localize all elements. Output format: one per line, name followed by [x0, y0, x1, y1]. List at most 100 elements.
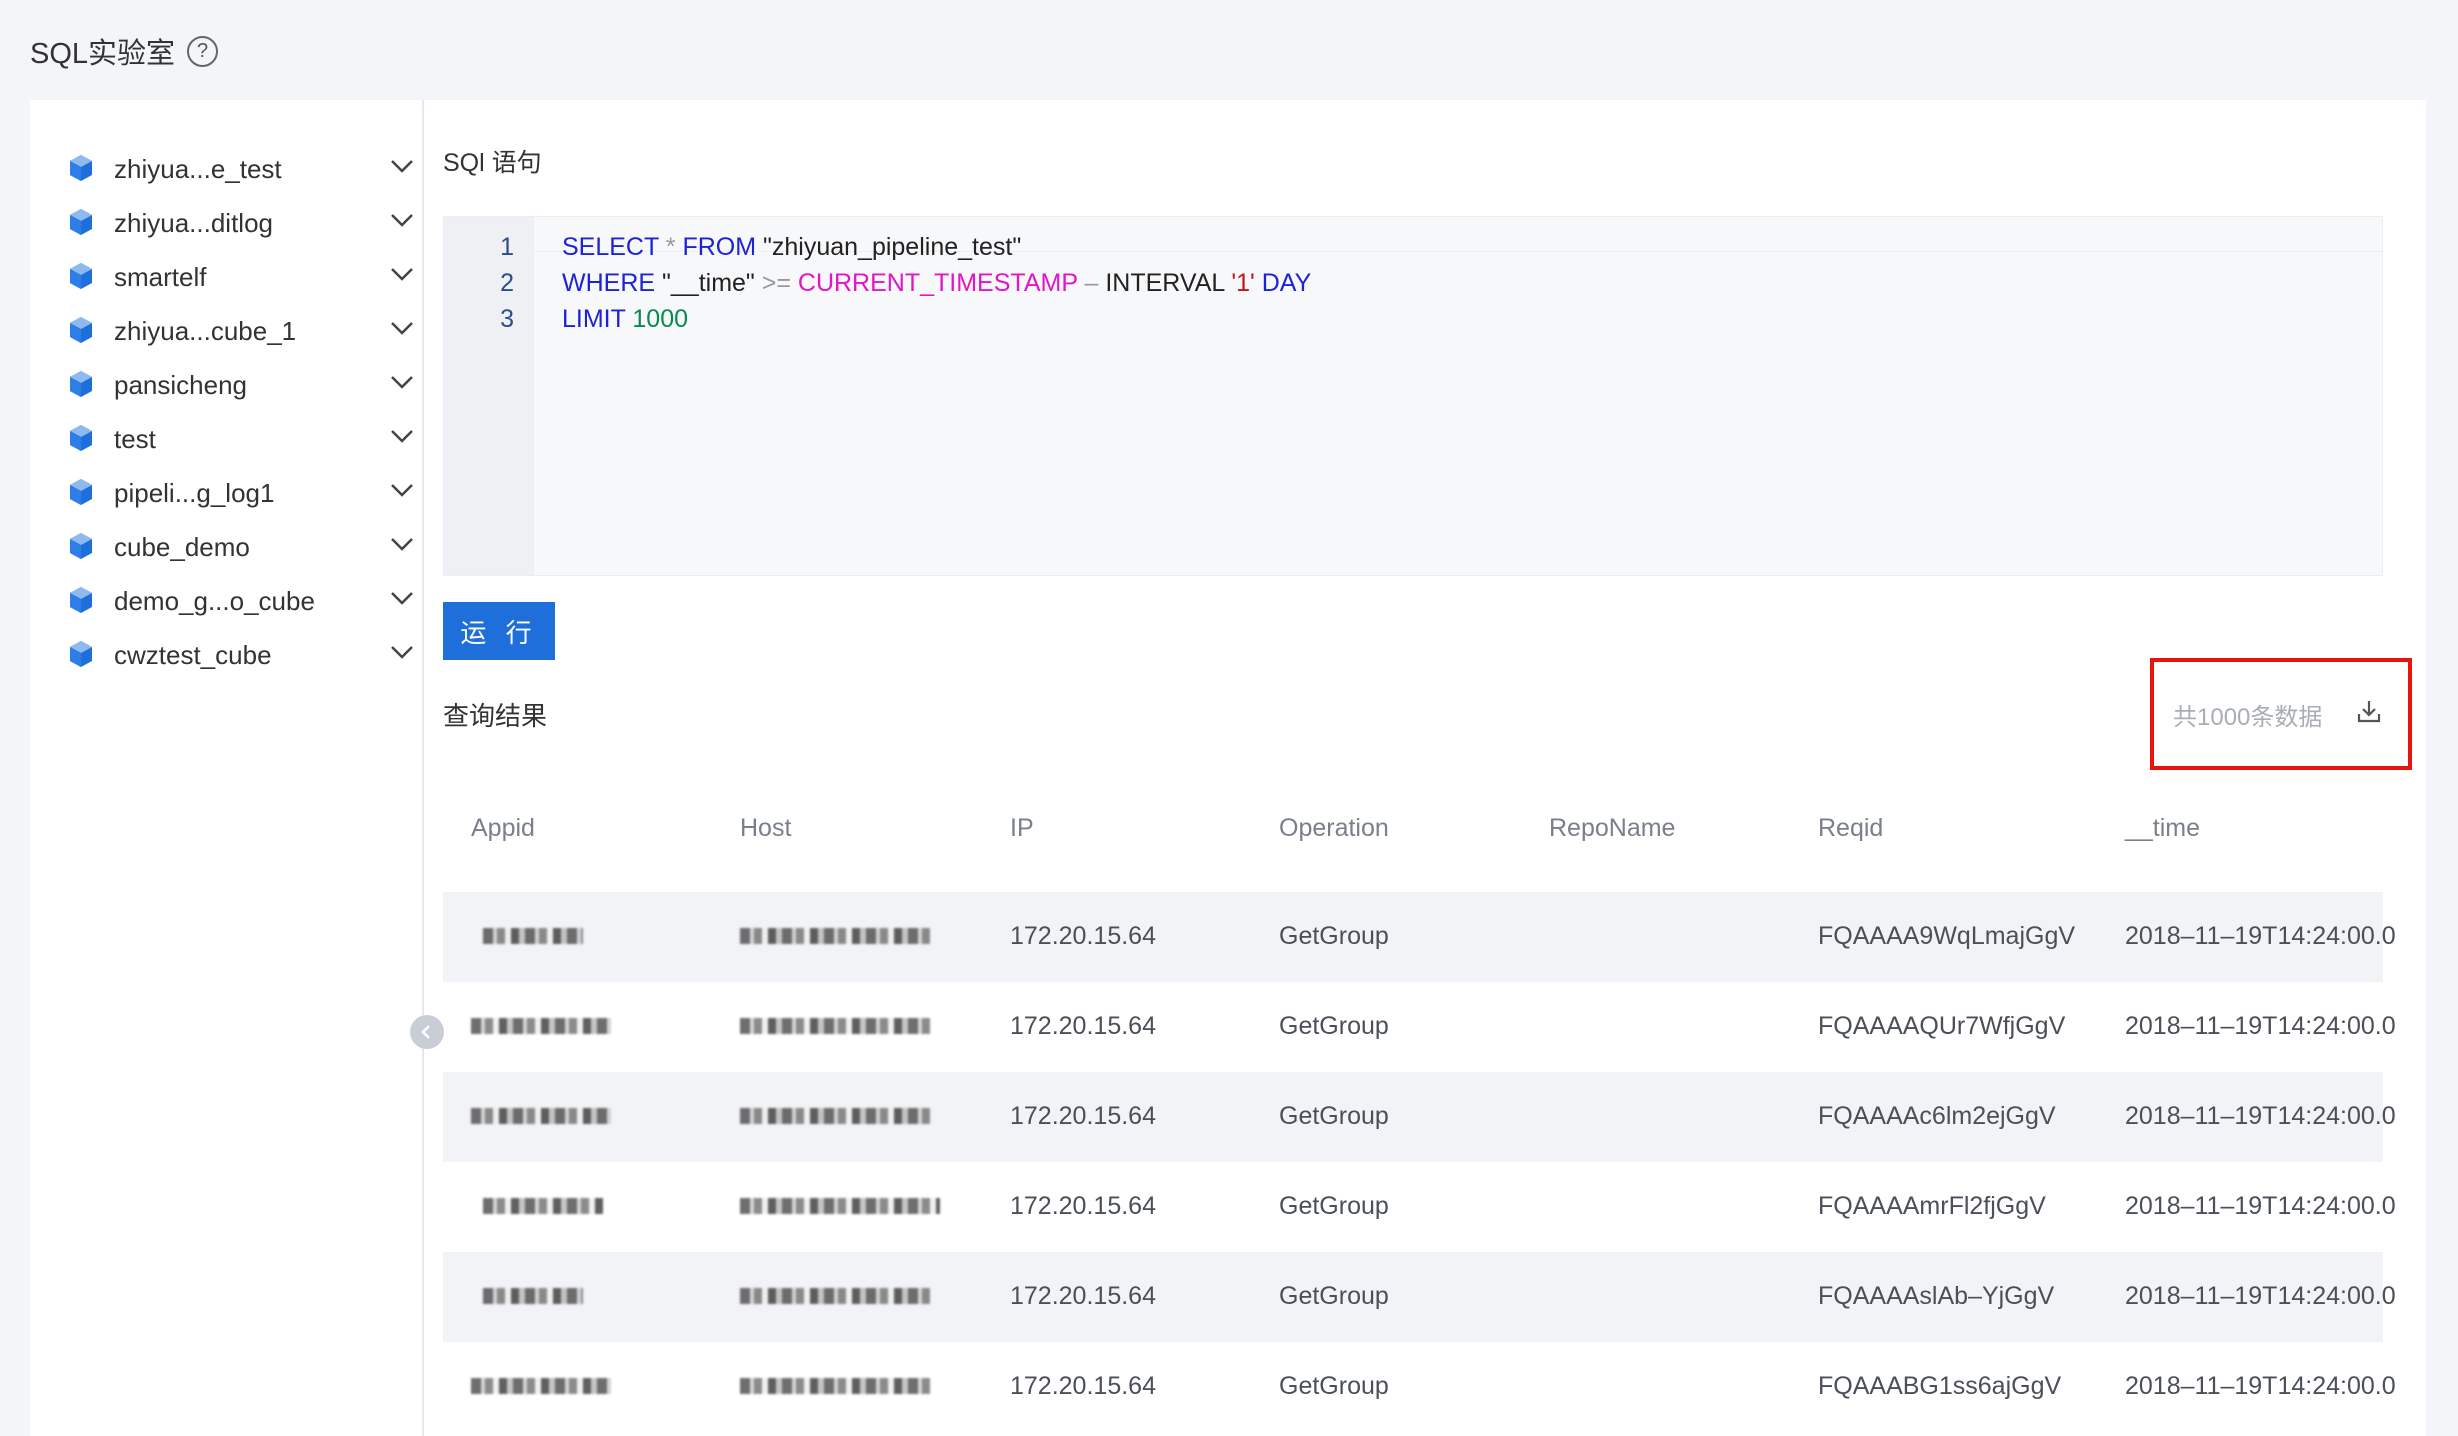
table-row[interactable]: 172.20.15.64 GetGroup FQAAAAc6lm2ejGgV 2… [443, 1072, 2396, 1162]
cell-reqid: FQAAAAQUr7WfjGgV [1818, 1012, 2066, 1040]
redacted-appid [483, 928, 583, 944]
sql-keyword: LIMIT [562, 305, 626, 333]
table-header: Appid Host IP Operation RepoName Reqid _… [443, 800, 2383, 860]
sidebar: zhiyua...e_test zhiyua...ditlog smartelf… [30, 100, 444, 1436]
run-button[interactable]: 运 行 [443, 602, 555, 660]
sql-heading: SQl 语句 [443, 149, 542, 177]
page-title: SQL实验室 ? [30, 30, 219, 72]
cube-icon [70, 641, 92, 667]
cell-ip: 172.20.15.64 [1010, 1282, 1156, 1310]
page-title-text: SQL实验室 [30, 38, 176, 70]
sidebar-item-label: cwztest_cube [114, 639, 272, 670]
code-line-1: SELECT * FROM "zhiyuan_pipeline_test" [562, 233, 1021, 262]
sidebar-item-label: demo_g...o_cube [114, 585, 315, 616]
chevron-left-icon [421, 1025, 430, 1039]
chevron-down-icon[interactable] [390, 590, 414, 606]
sql-keyword: SELECT [562, 233, 659, 261]
table-row[interactable]: 172.20.15.64 GetGroup FQAAAAslAb–YjGgV 2… [443, 1252, 2396, 1342]
redacted-host [740, 928, 930, 944]
cell-reqid: FQAAAAc6lm2ejGgV [1818, 1102, 2056, 1130]
sql-operator: >= [761, 269, 791, 297]
redacted-host [740, 1018, 930, 1034]
main-panel: zhiyua...e_test zhiyua...ditlog smartelf… [30, 100, 2426, 1436]
sidebar-item-4[interactable]: zhiyua...cube_1 [30, 304, 424, 358]
sql-keyword: WHERE [562, 269, 656, 297]
sidebar-item-label: zhiyua...ditlog [114, 207, 273, 238]
sidebar-item-2[interactable]: zhiyua...ditlog [30, 196, 424, 250]
cell-time: 2018–11–19T14:24:00.0 [2125, 922, 2396, 950]
column-header-time[interactable]: __time [2125, 814, 2200, 843]
cube-icon [70, 587, 92, 613]
cell-operation: GetGroup [1279, 1192, 1389, 1220]
line-number: 1 [500, 233, 514, 261]
sidebar-item-5[interactable]: pansicheng [30, 358, 424, 412]
cell-reqid: FQAAAA9WqLmajGgV [1818, 922, 2076, 950]
cell-reqid: FQAAAAslAb–YjGgV [1818, 1282, 2055, 1310]
column-header-ip[interactable]: IP [1010, 814, 1034, 843]
sql-keyword-plain: INTERVAL [1105, 269, 1232, 297]
redacted-appid [483, 1288, 583, 1304]
cube-icon [70, 155, 92, 181]
cell-ip: 172.20.15.64 [1010, 922, 1156, 950]
sidebar-collapse-button[interactable] [410, 1015, 444, 1049]
sidebar-item-9[interactable]: demo_g...o_cube [30, 574, 424, 628]
help-icon[interactable]: ? [187, 35, 219, 67]
redacted-appid [483, 1198, 603, 1214]
sql-identifier: "__time" [655, 269, 762, 297]
sidebar-item-8[interactable]: cube_demo [30, 520, 424, 574]
chevron-down-icon[interactable] [390, 266, 414, 282]
sql-editor[interactable]: 1 2 3 SELECT * FROM "zhiyuan_pipeline_te… [443, 216, 2383, 576]
cube-icon [70, 317, 92, 343]
cell-time: 2018–11–19T14:24:00.0 [2125, 1102, 2396, 1130]
redacted-appid [471, 1018, 611, 1034]
redacted-host [740, 1198, 940, 1214]
total-count: 共1000条数据 [2173, 704, 2323, 731]
cell-ip: 172.20.15.64 [1010, 1012, 1156, 1040]
cube-icon [70, 533, 92, 559]
cell-ip: 172.20.15.64 [1010, 1192, 1156, 1220]
table-row[interactable]: 172.20.15.64 GetGroup FQAAABG1ss6ajGgV 2… [443, 1342, 2396, 1432]
chevron-down-icon[interactable] [390, 482, 414, 498]
sql-string: '1' [1231, 269, 1255, 297]
cell-reqid: FQAAAAmrFl2fjGgV [1818, 1192, 2046, 1220]
redacted-host [740, 1288, 930, 1304]
code-line-3: LIMIT 1000 [562, 305, 688, 334]
line-number: 3 [500, 305, 514, 333]
sidebar-item-6[interactable]: test [30, 412, 424, 466]
chevron-down-icon[interactable] [390, 158, 414, 174]
sql-operator: – [1077, 269, 1106, 297]
sql-number: 1000 [625, 305, 689, 333]
cell-ip: 172.20.15.64 [1010, 1372, 1156, 1400]
sidebar-item-1[interactable]: zhiyua...e_test [30, 142, 424, 196]
cell-operation: GetGroup [1279, 1012, 1389, 1040]
redacted-host [740, 1108, 930, 1124]
column-header-reponame[interactable]: RepoName [1549, 814, 1675, 843]
column-header-appid[interactable]: Appid [471, 814, 535, 843]
table-row[interactable]: 172.20.15.64 GetGroup FQAAAAQUr7WfjGgV 2… [443, 982, 2396, 1072]
column-header-operation[interactable]: Operation [1279, 814, 1389, 843]
chevron-down-icon[interactable] [390, 644, 414, 660]
cell-ip: 172.20.15.64 [1010, 1102, 1156, 1130]
chevron-down-icon[interactable] [390, 428, 414, 444]
sidebar-item-label: cube_demo [114, 531, 250, 562]
cube-icon [70, 263, 92, 289]
cube-icon [70, 479, 92, 505]
sidebar-item-10[interactable]: cwztest_cube [30, 628, 424, 682]
column-header-host[interactable]: Host [740, 814, 791, 843]
chevron-down-icon[interactable] [390, 374, 414, 390]
sidebar-item-3[interactable]: smartelf [30, 250, 424, 304]
table-row[interactable]: 172.20.15.64 GetGroup FQAAAA9WqLmajGgV 2… [443, 892, 2396, 982]
column-header-reqid[interactable]: Reqid [1818, 814, 1883, 843]
redacted-appid [471, 1378, 611, 1394]
cell-operation: GetGroup [1279, 1282, 1389, 1310]
sidebar-item-7[interactable]: pipeli...g_log1 [30, 466, 424, 520]
cell-time: 2018–11–19T14:24:00.0 [2125, 1012, 2396, 1040]
redacted-appid [471, 1108, 611, 1124]
cube-icon [70, 209, 92, 235]
table-row[interactable]: 172.20.15.64 GetGroup FQAAAAmrFl2fjGgV 2… [443, 1162, 2396, 1252]
chevron-down-icon[interactable] [390, 536, 414, 552]
download-icon[interactable] [2356, 698, 2382, 724]
chevron-down-icon[interactable] [390, 212, 414, 228]
sidebar-item-label: pipeli...g_log1 [114, 477, 275, 508]
chevron-down-icon[interactable] [390, 320, 414, 336]
